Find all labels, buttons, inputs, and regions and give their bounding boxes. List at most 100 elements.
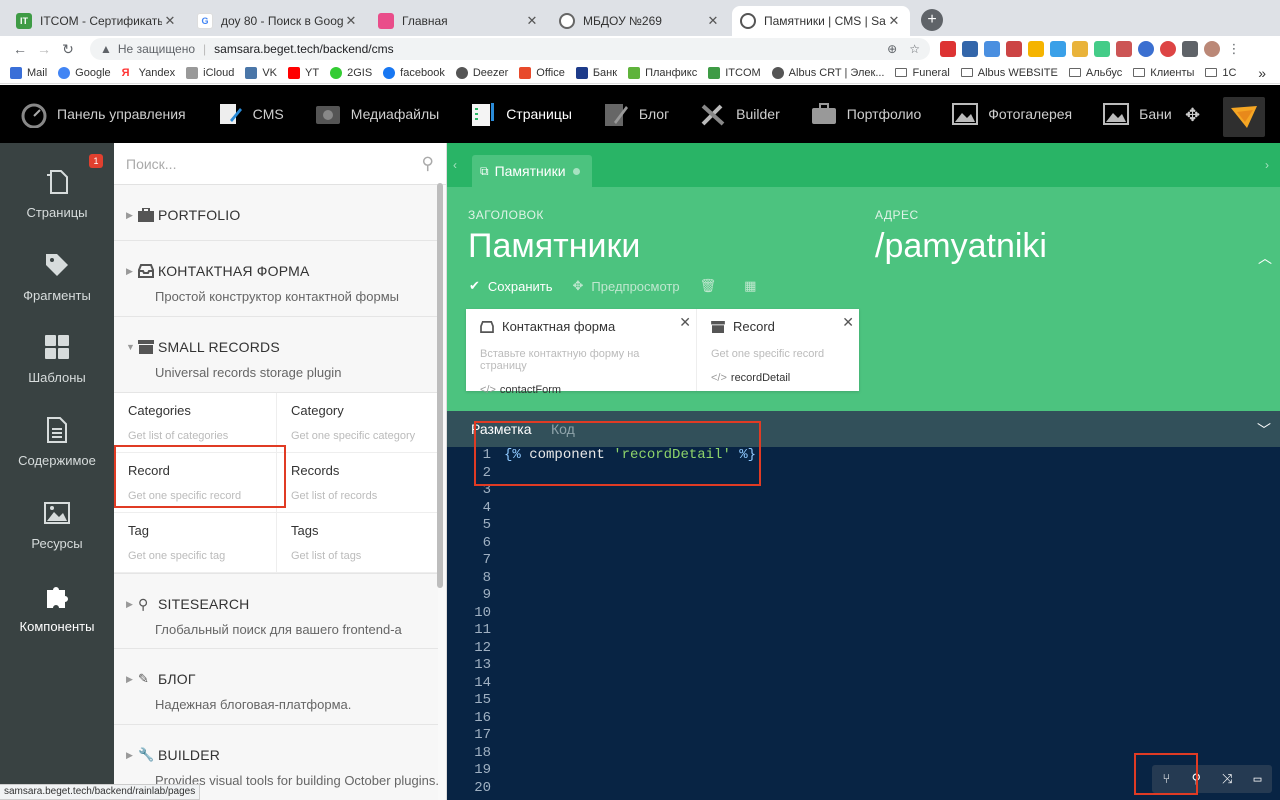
bookmark[interactable]: facebook xyxy=(383,66,445,79)
search-input[interactable] xyxy=(126,155,422,172)
collapse-up-icon[interactable]: ︿ xyxy=(1258,248,1272,268)
october-logo-icon[interactable] xyxy=(1223,97,1265,137)
bookmark[interactable]: Планфикс xyxy=(628,66,697,79)
bookmark-folder[interactable]: Albus WEBSITE xyxy=(960,67,1058,79)
preview-button[interactable]: ✥ Предпросмотр xyxy=(573,278,680,294)
bookmark-folder[interactable]: Funeral xyxy=(895,67,950,79)
browser-tab-home[interactable]: Главная ✕ xyxy=(370,6,548,36)
bookmark[interactable]: iCloud xyxy=(186,66,234,79)
plugin-group[interactable]: ▶ PORTFOLIO xyxy=(114,185,438,241)
scroll-left-icon[interactable]: ‹ xyxy=(453,158,457,172)
save-button[interactable]: ✔ Сохранить xyxy=(469,278,553,294)
forward-arrow-icon[interactable]: → xyxy=(32,41,56,57)
profile-icon[interactable] xyxy=(1138,41,1154,57)
component-categories[interactable]: Categories Get list of categories xyxy=(114,393,276,453)
scroll-right-icon[interactable]: › xyxy=(1265,158,1269,172)
plugin-group[interactable]: ▼ SMALL RECORDS Universal records storag… xyxy=(114,317,438,393)
nav-blog[interactable]: Блог xyxy=(602,100,669,128)
1c-icon[interactable] xyxy=(1028,41,1044,57)
move-icon[interactable]: ✥ xyxy=(1185,105,1200,126)
plugin-group[interactable]: ▶ КОНТАКТНАЯ ФОРМА Простой конструктор к… xyxy=(114,241,438,317)
monitor-icon[interactable]: ▭ xyxy=(1254,772,1262,787)
cloud-icon[interactable] xyxy=(1050,41,1066,57)
nav-dashboard[interactable]: Панель управления xyxy=(20,100,186,128)
extension-icon[interactable] xyxy=(1072,41,1088,57)
reload-icon[interactable]: ↻ xyxy=(56,41,80,58)
bookmark[interactable]: Deezer xyxy=(455,66,508,79)
menu-dots-icon[interactable]: ⋮ xyxy=(1226,41,1242,57)
nav-banner[interactable]: Бани xyxy=(1102,100,1172,128)
tab-pamyatniki[interactable]: ⧉ Памятники xyxy=(472,155,592,187)
more-bookmarks-button[interactable]: » xyxy=(1258,65,1266,81)
close-tab-icon[interactable]: ✕ xyxy=(524,13,540,29)
sidenav-content[interactable]: Содержимое xyxy=(0,416,114,496)
close-tab-icon[interactable]: ✕ xyxy=(162,13,178,29)
remove-component-icon[interactable]: ✕ xyxy=(679,314,691,331)
sidenav-pages[interactable]: Страницы xyxy=(0,168,114,248)
sidenav-assets[interactable]: Ресурсы xyxy=(0,499,114,579)
bookmark-folder[interactable]: Альбус xyxy=(1068,67,1122,79)
extension-icon[interactable] xyxy=(1116,41,1132,57)
nav-media[interactable]: Медиафайлы xyxy=(314,100,439,128)
bookmark[interactable]: Mail xyxy=(10,66,47,79)
address-bar[interactable]: ▲ Не защищено | samsara.beget.tech/backe… xyxy=(90,38,930,60)
bookmark-folder[interactable]: 1С xyxy=(1205,67,1236,79)
component-category[interactable]: Category Get one specific category xyxy=(276,393,438,453)
nav-portfolio[interactable]: Портфолио xyxy=(810,100,921,128)
close-tab-icon[interactable]: ✕ xyxy=(343,13,359,29)
adblock-icon[interactable] xyxy=(940,41,956,57)
close-tab-icon[interactable]: ✕ xyxy=(705,13,721,29)
sidenav-components[interactable]: Компоненты xyxy=(0,582,114,662)
browser-tab-itcom[interactable]: IT ITCOM - Сертификаты ✕ xyxy=(8,6,186,36)
close-tab-icon[interactable]: ✕ xyxy=(886,13,902,29)
sidenav-partials[interactable]: Фрагменты xyxy=(0,251,114,331)
attached-component-contactform[interactable]: Контактная форма Вставьте контактную фор… xyxy=(466,309,696,396)
bookmark[interactable]: Банк xyxy=(575,66,617,79)
nav-gallery[interactable]: Фотогалерея xyxy=(951,100,1072,128)
shuffle-icon[interactable]: ⤨ xyxy=(1222,772,1232,787)
browser-tab-samsara[interactable]: Памятники | CMS | Samsara ✕ xyxy=(732,6,910,36)
bookmark-folder[interactable]: Клиенты xyxy=(1133,67,1194,79)
calendar-button[interactable]: ▦ xyxy=(744,278,764,294)
bookmark[interactable]: Google xyxy=(58,66,111,79)
code-editor[interactable]: 1 2 3 4 5 6 7 8 9 10 11 12 13 14 15 16 17 18 19 20 {% compo… xyxy=(447,447,1280,800)
attached-component-record[interactable]: Record Get one specific record </> record… xyxy=(697,309,859,391)
back-arrow-icon[interactable]: ← xyxy=(8,41,32,57)
component-tags[interactable]: Tags Get list of tags xyxy=(276,513,438,573)
zoom-icon[interactable]: ⊕ xyxy=(887,42,897,56)
avatar[interactable] xyxy=(1204,41,1220,57)
extension-icon[interactable] xyxy=(1006,41,1022,57)
title-field[interactable]: Памятники xyxy=(468,227,640,266)
panel-scrollbar[interactable] xyxy=(437,183,443,588)
extension-icon[interactable] xyxy=(1160,41,1176,57)
star-icon[interactable]: ☆ xyxy=(909,42,920,56)
component-tag[interactable]: Tag Get one specific tag xyxy=(114,513,276,573)
nav-pages[interactable]: Страницы xyxy=(469,100,572,128)
url-field[interactable]: /pamyatniki xyxy=(875,227,1047,266)
sidenav-layouts[interactable]: Шаблоны xyxy=(0,333,114,413)
puzzle-extensions-icon[interactable] xyxy=(1182,41,1198,57)
bookmark[interactable]: YT xyxy=(288,66,319,79)
plugin-group[interactable]: ▶ ⚲ SITESEARCH Глобальный поиск для ваше… xyxy=(114,573,438,649)
component-records[interactable]: Records Get list of records xyxy=(276,453,438,513)
search-icon[interactable]: ⚲ xyxy=(422,154,434,174)
extension-icon[interactable] xyxy=(1094,41,1110,57)
bookmark[interactable]: 2GIS xyxy=(330,66,372,79)
bookmark[interactable]: Office xyxy=(519,66,565,79)
bookmark[interactable]: Albus CRT | Элек... xyxy=(771,66,884,79)
browser-tab-google[interactable]: G доу 80 - Поиск в Google ✕ xyxy=(189,6,367,36)
new-tab-button[interactable]: + xyxy=(921,9,943,31)
delete-button[interactable]: 🗑 xyxy=(700,278,725,294)
download-icon[interactable] xyxy=(962,41,978,57)
nav-cms[interactable]: CMS xyxy=(216,100,284,128)
plugin-group[interactable]: ▶ ✎ БЛОГ Надежная блоговая-платформа. xyxy=(114,649,438,725)
browser-tab-mbdou[interactable]: МБДОУ №269 ✕ xyxy=(551,6,729,36)
url-text[interactable]: samsara.beget.tech/backend/cms xyxy=(214,42,875,56)
nav-builder[interactable]: Builder xyxy=(699,100,780,128)
remove-component-icon[interactable]: ✕ xyxy=(842,314,854,331)
chevron-down-icon[interactable]: ﹀ xyxy=(1257,420,1271,440)
translate-icon[interactable] xyxy=(984,41,1000,57)
bookmark[interactable]: ITCOM xyxy=(708,66,761,79)
bookmark[interactable]: VK xyxy=(245,66,277,79)
bookmark[interactable]: Я Yandex xyxy=(121,66,175,79)
